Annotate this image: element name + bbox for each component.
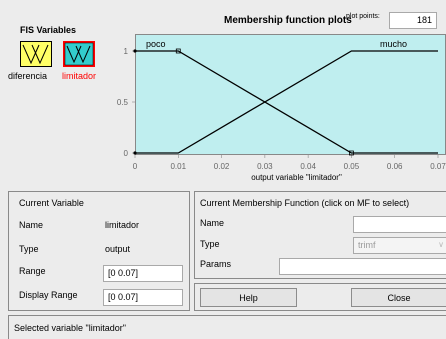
x-tick-label: 0.07 [430,162,446,171]
current-variable-panel: Current Variable Name limitador Type out… [8,191,190,311]
mf-params-label: Params [200,259,232,269]
mf-type-value: trimf [358,240,376,250]
x-tick-label: 0 [133,162,138,171]
help-button[interactable]: Help [200,288,297,307]
variable-type-value: output [105,244,131,254]
variable-name-value: limitador [105,220,140,230]
variable-type-label: Type [19,244,39,254]
range-label: Range [19,266,46,276]
mf-params-input[interactable] [279,258,446,275]
x-tick-label: 0.05 [344,162,360,171]
button-panel: Help Close [194,283,446,311]
x-tick-label: 0.02 [214,162,230,171]
close-button[interactable]: Close [351,288,446,307]
x-tick-label: 0.06 [387,162,403,171]
mf-name-label: Name [200,218,225,228]
membership-plot: 0 0.01 0.02 0.03 0.04 0.05 0.06 0.07 0 0.5 1 output… [117,39,446,182]
current-variable-title: Current Variable [19,198,84,208]
mf-label-poco: poco [146,39,166,49]
y-tick-label: 0.5 [117,98,129,107]
mf-type-select[interactable]: trimf ∨ [353,237,446,254]
status-bar: Selected variable "limitador" [8,315,446,339]
y-tick-label: 0 [124,149,129,158]
mf-endpoint-marker [133,49,137,53]
display-range-label: Display Range [19,290,78,300]
x-tick-label: 0.01 [170,162,186,171]
current-mf-title: Current Membership Function (click on MF… [200,198,410,208]
mf-type-label: Type [200,239,220,249]
variable-name-label: Name [19,220,44,230]
current-mf-panel: Current Membership Function (click on MF… [194,191,446,279]
x-axis-label: output variable "limitador" [251,173,342,182]
mf-curve-mucho [135,50,438,154]
display-range-input[interactable]: [0 0.07] [103,289,183,306]
mf-curve-poco [135,50,438,154]
mf-label-mucho: mucho [380,39,407,49]
range-input[interactable]: [0 0.07] [103,265,183,282]
x-tick-label: 0.03 [257,162,273,171]
y-tick-label: 1 [124,47,129,56]
mf-endpoint-marker [133,151,137,155]
status-text: Selected variable "limitador" [14,323,126,333]
chevron-down-icon: ∨ [438,240,444,249]
mf-name-input[interactable] [353,216,446,233]
x-tick-label: 0.04 [300,162,316,171]
